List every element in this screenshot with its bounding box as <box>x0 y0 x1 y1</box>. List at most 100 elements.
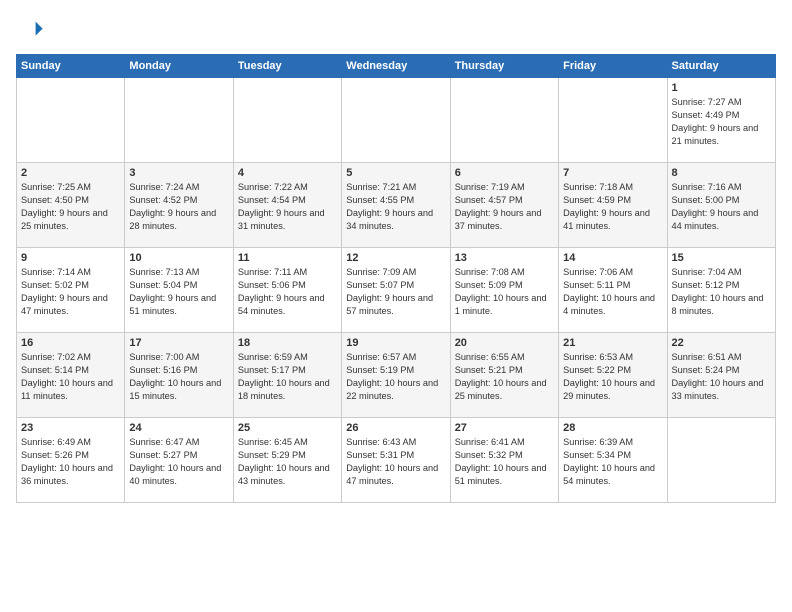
page-header <box>16 16 776 44</box>
day-number: 17 <box>129 337 228 349</box>
calendar-cell: 23 Sunrise: 6:49 AM Sunset: 5:26 PM Dayli… <box>17 418 125 503</box>
day-number: 24 <box>129 422 228 434</box>
day-number: 15 <box>672 252 771 264</box>
calendar-cell: 4 Sunrise: 7:22 AM Sunset: 4:54 PM Daylig… <box>233 163 341 248</box>
day-info: Sunrise: 7:00 AM Sunset: 5:16 PM Dayligh… <box>129 351 228 403</box>
day-info: Sunrise: 7:08 AM Sunset: 5:09 PM Dayligh… <box>455 266 554 318</box>
day-number: 25 <box>238 422 337 434</box>
calendar-week-row: 23 Sunrise: 6:49 AM Sunset: 5:26 PM Dayli… <box>17 418 776 503</box>
logo <box>16 16 48 44</box>
calendar-cell <box>450 78 558 163</box>
day-info: Sunrise: 6:57 AM Sunset: 5:19 PM Dayligh… <box>346 351 445 403</box>
calendar-cell <box>17 78 125 163</box>
calendar-cell: 22 Sunrise: 6:51 AM Sunset: 5:24 PM Dayli… <box>667 333 775 418</box>
day-info: Sunrise: 6:51 AM Sunset: 5:24 PM Dayligh… <box>672 351 771 403</box>
weekday-header-thursday: Thursday <box>450 55 558 78</box>
calendar-cell: 25 Sunrise: 6:45 AM Sunset: 5:29 PM Dayli… <box>233 418 341 503</box>
day-number: 4 <box>238 167 337 179</box>
calendar-week-row: 2 Sunrise: 7:25 AM Sunset: 4:50 PM Daylig… <box>17 163 776 248</box>
day-number: 18 <box>238 337 337 349</box>
calendar-table: SundayMondayTuesdayWednesdayThursdayFrid… <box>16 54 776 503</box>
day-number: 10 <box>129 252 228 264</box>
weekday-header-monday: Monday <box>125 55 233 78</box>
calendar-cell: 15 Sunrise: 7:04 AM Sunset: 5:12 PM Dayli… <box>667 248 775 333</box>
day-number: 8 <box>672 167 771 179</box>
day-number: 20 <box>455 337 554 349</box>
calendar-cell <box>233 78 341 163</box>
day-number: 12 <box>346 252 445 264</box>
day-number: 19 <box>346 337 445 349</box>
calendar-cell: 12 Sunrise: 7:09 AM Sunset: 5:07 PM Dayli… <box>342 248 450 333</box>
calendar-week-row: 1Sunrise: 7:27 AM Sunset: 4:49 PM Daylig… <box>17 78 776 163</box>
calendar-cell: 5 Sunrise: 7:21 AM Sunset: 4:55 PM Daylig… <box>342 163 450 248</box>
day-info: Sunrise: 7:18 AM Sunset: 4:59 PM Dayligh… <box>563 181 662 233</box>
day-number: 13 <box>455 252 554 264</box>
day-info: Sunrise: 7:04 AM Sunset: 5:12 PM Dayligh… <box>672 266 771 318</box>
calendar-cell: 21 Sunrise: 6:53 AM Sunset: 5:22 PM Dayli… <box>559 333 667 418</box>
calendar-header: SundayMondayTuesdayWednesdayThursdayFrid… <box>17 55 776 78</box>
calendar-cell: 3 Sunrise: 7:24 AM Sunset: 4:52 PM Daylig… <box>125 163 233 248</box>
day-info: Sunrise: 7:09 AM Sunset: 5:07 PM Dayligh… <box>346 266 445 318</box>
day-number: 22 <box>672 337 771 349</box>
day-number: 11 <box>238 252 337 264</box>
day-number: 2 <box>21 167 120 179</box>
day-number: 16 <box>21 337 120 349</box>
calendar-cell <box>559 78 667 163</box>
day-number: 1 <box>672 82 771 94</box>
calendar-cell: 26 Sunrise: 6:43 AM Sunset: 5:31 PM Dayli… <box>342 418 450 503</box>
day-info: Sunrise: 7:22 AM Sunset: 4:54 PM Dayligh… <box>238 181 337 233</box>
weekday-header-friday: Friday <box>559 55 667 78</box>
calendar-week-row: 9 Sunrise: 7:14 AM Sunset: 5:02 PM Daylig… <box>17 248 776 333</box>
calendar-cell <box>667 418 775 503</box>
day-number: 9 <box>21 252 120 264</box>
day-number: 3 <box>129 167 228 179</box>
calendar-cell: 27 Sunrise: 6:41 AM Sunset: 5:32 PM Dayli… <box>450 418 558 503</box>
calendar-cell: 18 Sunrise: 6:59 AM Sunset: 5:17 PM Dayli… <box>233 333 341 418</box>
calendar-cell: 7 Sunrise: 7:18 AM Sunset: 4:59 PM Daylig… <box>559 163 667 248</box>
day-info: Sunrise: 6:43 AM Sunset: 5:31 PM Dayligh… <box>346 436 445 488</box>
day-info: Sunrise: 7:21 AM Sunset: 4:55 PM Dayligh… <box>346 181 445 233</box>
day-info: Sunrise: 6:53 AM Sunset: 5:22 PM Dayligh… <box>563 351 662 403</box>
weekday-header-tuesday: Tuesday <box>233 55 341 78</box>
calendar-cell: 20 Sunrise: 6:55 AM Sunset: 5:21 PM Dayli… <box>450 333 558 418</box>
day-number: 23 <box>21 422 120 434</box>
calendar-cell: 11Sunrise: 7:11 AM Sunset: 5:06 PM Dayli… <box>233 248 341 333</box>
day-number: 6 <box>455 167 554 179</box>
calendar-cell: 9 Sunrise: 7:14 AM Sunset: 5:02 PM Daylig… <box>17 248 125 333</box>
calendar-cell: 1Sunrise: 7:27 AM Sunset: 4:49 PM Daylig… <box>667 78 775 163</box>
day-info: Sunrise: 6:45 AM Sunset: 5:29 PM Dayligh… <box>238 436 337 488</box>
day-info: Sunrise: 7:14 AM Sunset: 5:02 PM Dayligh… <box>21 266 120 318</box>
day-number: 21 <box>563 337 662 349</box>
calendar-cell: 2 Sunrise: 7:25 AM Sunset: 4:50 PM Daylig… <box>17 163 125 248</box>
day-info: Sunrise: 7:25 AM Sunset: 4:50 PM Dayligh… <box>21 181 120 233</box>
day-info: Sunrise: 6:55 AM Sunset: 5:21 PM Dayligh… <box>455 351 554 403</box>
calendar-cell: 19 Sunrise: 6:57 AM Sunset: 5:19 PM Dayli… <box>342 333 450 418</box>
weekday-header-wednesday: Wednesday <box>342 55 450 78</box>
day-number: 7 <box>563 167 662 179</box>
day-info: Sunrise: 6:59 AM Sunset: 5:17 PM Dayligh… <box>238 351 337 403</box>
calendar-cell <box>125 78 233 163</box>
day-number: 28 <box>563 422 662 434</box>
day-info: Sunrise: 6:49 AM Sunset: 5:26 PM Dayligh… <box>21 436 120 488</box>
calendar-cell: 6 Sunrise: 7:19 AM Sunset: 4:57 PM Daylig… <box>450 163 558 248</box>
calendar-cell: 17 Sunrise: 7:00 AM Sunset: 5:16 PM Dayli… <box>125 333 233 418</box>
day-info: Sunrise: 7:24 AM Sunset: 4:52 PM Dayligh… <box>129 181 228 233</box>
calendar-cell: 10 Sunrise: 7:13 AM Sunset: 5:04 PM Dayli… <box>125 248 233 333</box>
day-info: Sunrise: 7:02 AM Sunset: 5:14 PM Dayligh… <box>21 351 120 403</box>
weekday-header-saturday: Saturday <box>667 55 775 78</box>
day-number: 26 <box>346 422 445 434</box>
day-info: Sunrise: 7:06 AM Sunset: 5:11 PM Dayligh… <box>563 266 662 318</box>
logo-icon <box>16 16 44 44</box>
day-info: Sunrise: 7:13 AM Sunset: 5:04 PM Dayligh… <box>129 266 228 318</box>
day-info: Sunrise: 6:47 AM Sunset: 5:27 PM Dayligh… <box>129 436 228 488</box>
day-number: 27 <box>455 422 554 434</box>
calendar-cell: 24 Sunrise: 6:47 AM Sunset: 5:27 PM Dayli… <box>125 418 233 503</box>
calendar-cell: 8Sunrise: 7:16 AM Sunset: 5:00 PM Daylig… <box>667 163 775 248</box>
weekday-header-sunday: Sunday <box>17 55 125 78</box>
calendar-cell: 14Sunrise: 7:06 AM Sunset: 5:11 PM Dayli… <box>559 248 667 333</box>
day-info: Sunrise: 6:41 AM Sunset: 5:32 PM Dayligh… <box>455 436 554 488</box>
day-number: 5 <box>346 167 445 179</box>
calendar-cell <box>342 78 450 163</box>
day-info: Sunrise: 7:19 AM Sunset: 4:57 PM Dayligh… <box>455 181 554 233</box>
calendar-cell: 13 Sunrise: 7:08 AM Sunset: 5:09 PM Dayli… <box>450 248 558 333</box>
